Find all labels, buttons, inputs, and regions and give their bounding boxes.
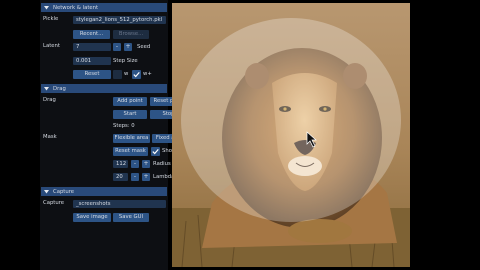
section-title: Capture	[53, 188, 75, 195]
start-button[interactable]: Start	[113, 110, 147, 119]
latent-label: Latent	[43, 43, 60, 49]
seed-label: Seed	[137, 44, 151, 50]
latent-reset-button[interactable]: Reset	[73, 70, 111, 79]
drag-label: Drag	[43, 97, 56, 103]
section-network-latent[interactable]: Network & latent	[41, 3, 167, 12]
add-point-button[interactable]: Add point	[113, 97, 147, 106]
checkmark-icon	[152, 149, 159, 155]
save-gui-button[interactable]: Save GUI	[113, 213, 149, 222]
wplus-label: w+	[143, 71, 152, 77]
pickle-path-field[interactable]: stylegan2_lions_512_pytorch.pkl	[73, 16, 166, 24]
mask-label: Mask	[43, 134, 57, 140]
w-label: w	[124, 71, 129, 77]
lambda-increment-button[interactable]: +	[142, 173, 150, 181]
reset-mask-button[interactable]: Reset mask	[113, 147, 148, 156]
lambda-input[interactable]: 20	[113, 173, 128, 181]
lion-image	[172, 3, 410, 267]
section-drag[interactable]: Drag	[41, 84, 167, 93]
recent-button[interactable]: Recent...	[73, 30, 110, 39]
radius-decrement-button[interactable]: -	[131, 160, 139, 168]
capture-label: Capture	[43, 200, 65, 206]
seed-increment-button[interactable]: +	[124, 43, 132, 51]
radius-input[interactable]: 112	[113, 160, 128, 168]
flexible-area-button[interactable]: Flexible area	[113, 134, 150, 143]
w-checkbox[interactable]	[113, 70, 122, 79]
section-title: Drag	[53, 85, 66, 92]
show-mask-checkbox[interactable]	[151, 147, 160, 156]
browse-button: Browse...	[113, 30, 149, 39]
steps-counter: Steps: 0	[113, 123, 135, 129]
radius-increment-button[interactable]: +	[142, 160, 150, 168]
collapse-arrow-icon	[44, 189, 49, 194]
image-viewer[interactable]	[172, 3, 410, 267]
radius-label: Radius	[153, 161, 171, 167]
capture-path-field[interactable]: _screenshots	[73, 200, 166, 208]
collapse-arrow-icon	[44, 86, 49, 91]
control-panel: Network & latent Pickle stylegan2_lions_…	[40, 0, 192, 270]
pickle-label: Pickle	[43, 16, 59, 22]
section-capture[interactable]: Capture	[41, 187, 167, 196]
collapse-arrow-icon	[44, 5, 49, 10]
section-title: Network & latent	[53, 4, 99, 11]
seed-input[interactable]: 7	[73, 43, 111, 51]
checkmark-icon	[133, 72, 140, 78]
wplus-checkbox[interactable]	[132, 70, 141, 79]
step-size-input[interactable]: 0.001	[73, 57, 111, 65]
step-size-label: Step Size	[113, 58, 138, 64]
save-image-button[interactable]: Save image	[73, 213, 111, 222]
lambda-decrement-button[interactable]: -	[131, 173, 139, 181]
seed-decrement-button[interactable]: -	[113, 43, 121, 51]
